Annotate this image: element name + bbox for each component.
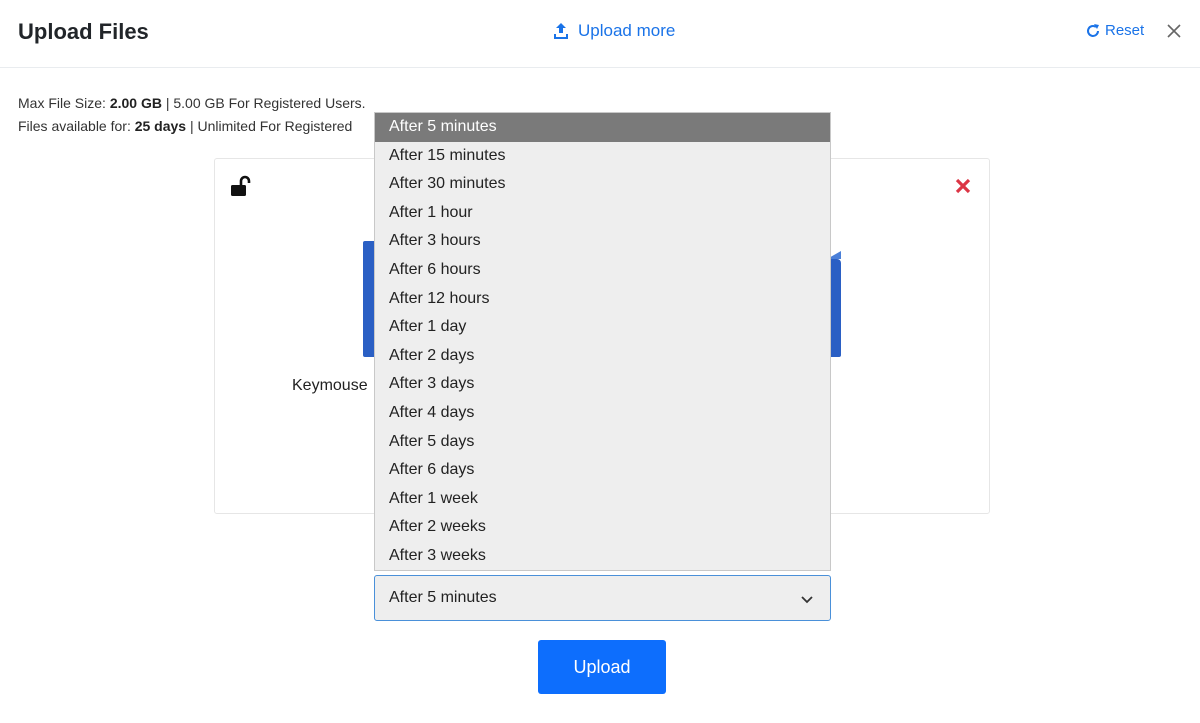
dropdown-option[interactable]: After 2 weeks — [375, 513, 830, 542]
upload-more-label: Upload more — [578, 21, 676, 40]
dropdown-option[interactable]: After 1 hour — [375, 199, 830, 228]
dropdown-option[interactable]: After 3 hours — [375, 227, 830, 256]
page-title: Upload Files — [18, 19, 149, 44]
chevron-down-icon — [801, 596, 813, 604]
available-prefix: Files available for: — [18, 118, 135, 134]
dropdown-option[interactable]: After 3 weeks — [375, 542, 830, 571]
dropdown-option[interactable]: After 1 week — [375, 485, 830, 514]
dropdown-option[interactable]: After 12 hours — [375, 285, 830, 314]
dropdown-option[interactable]: After 2 days — [375, 342, 830, 371]
dropdown-option[interactable]: After 5 minutes — [375, 113, 830, 142]
expiry-select-value: After 5 minutes — [389, 589, 497, 606]
expiry-select[interactable]: After 5 minutes — [374, 575, 831, 621]
reset-button[interactable]: Reset — [1085, 22, 1144, 39]
dropdown-option[interactable]: After 30 minutes — [375, 170, 830, 199]
close-icon[interactable] — [1165, 22, 1183, 40]
reset-label: Reset — [1105, 22, 1145, 39]
dropdown-option[interactable]: After 5 days — [375, 428, 830, 457]
availability-info: Files available for: 25 days | Unlimited… — [18, 118, 352, 134]
refresh-icon — [1087, 23, 1099, 37]
dropdown-option[interactable]: After 6 hours — [375, 256, 830, 285]
max-file-size-info: Max File Size: 2.00 GB | 5.00 GB For Reg… — [18, 95, 366, 111]
max-size-value: 2.00 GB — [109, 95, 162, 111]
available-suffix: | Unlimited For Registered — [186, 118, 353, 134]
max-size-suffix: | 5.00 GB For Registered Users. — [161, 95, 366, 111]
file-name-left: Keymouse — [292, 377, 368, 394]
dropdown-option[interactable]: After 15 minutes — [375, 142, 830, 171]
dropdown-option[interactable]: After 1 day — [375, 313, 830, 342]
max-size-prefix: Max File Size: — [18, 95, 110, 111]
available-value: 25 days — [134, 118, 187, 134]
dropdown-option[interactable]: After 4 days — [375, 399, 830, 428]
modal-header: Upload Files Upload more Reset — [0, 0, 1200, 68]
remove-icon[interactable] — [953, 176, 973, 196]
expiry-dropdown-list: After 5 minutes After 15 minutes After 3… — [374, 112, 831, 571]
unlocked-icon[interactable] — [230, 175, 254, 199]
upload-button[interactable]: Upload — [538, 640, 666, 694]
dropdown-option[interactable]: After 3 days — [375, 370, 830, 399]
upload-icon — [554, 23, 568, 39]
dropdown-option[interactable]: After 6 days — [375, 456, 830, 485]
upload-more-button[interactable]: Upload more — [552, 21, 675, 41]
